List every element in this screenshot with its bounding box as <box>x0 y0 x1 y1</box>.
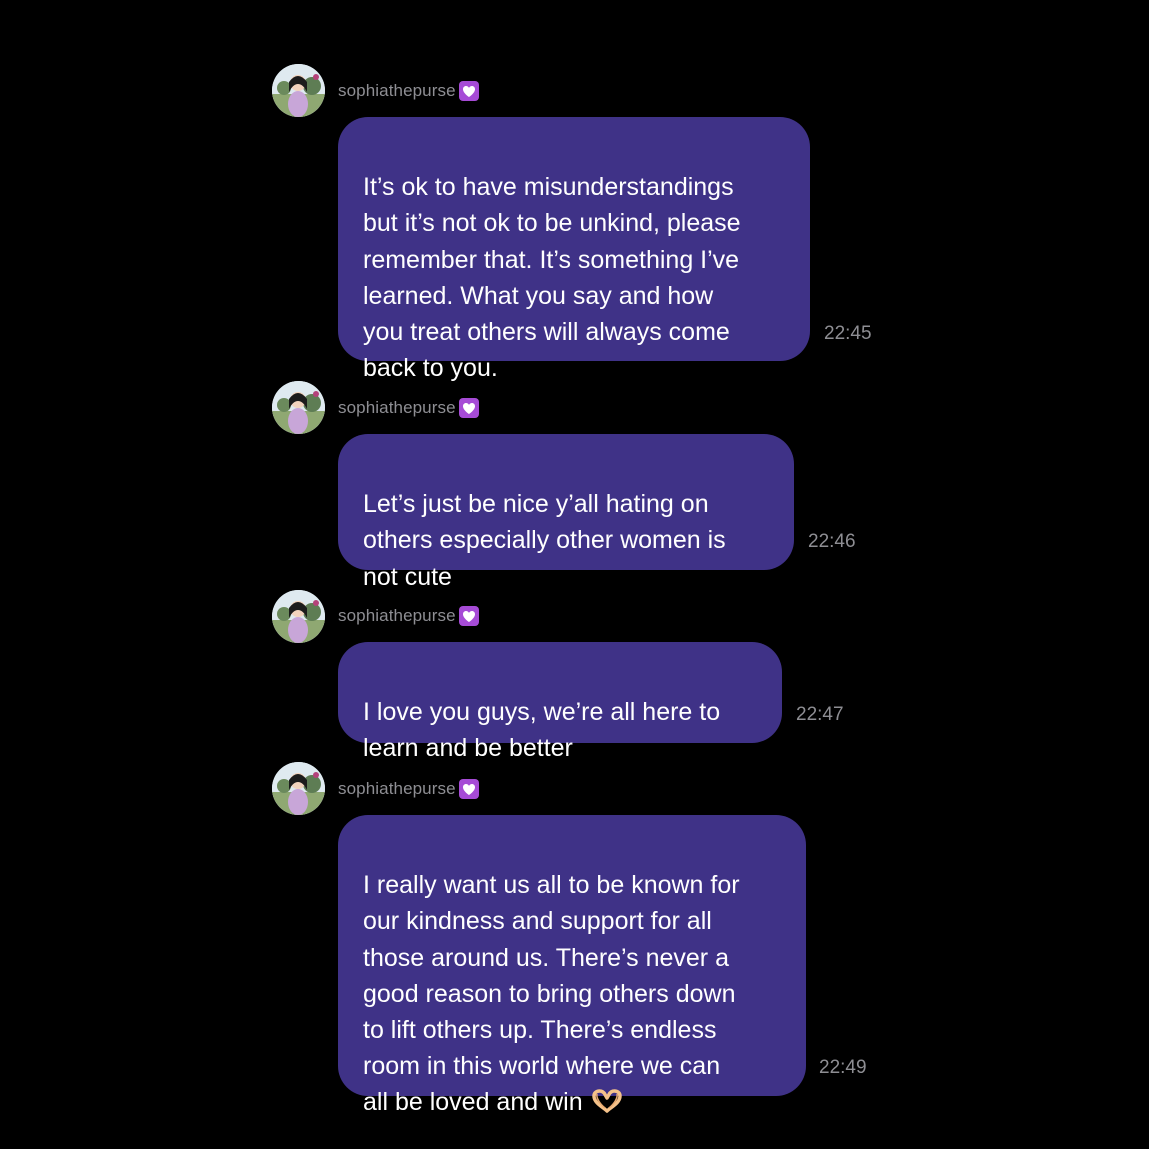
avatar[interactable] <box>272 381 325 434</box>
username-row: sophiathepurse <box>338 604 479 628</box>
avatar[interactable] <box>272 590 325 643</box>
avatar-image <box>272 590 325 643</box>
avatar-image <box>272 762 325 815</box>
message-text: I really want us all to be known for our… <box>363 871 740 1117</box>
username-row: sophiathepurse <box>338 79 479 103</box>
purple-heart-icon <box>458 779 479 799</box>
message-time: 22:45 <box>824 323 872 344</box>
message-time: 22:46 <box>808 531 856 552</box>
heart-hands-emoji <box>591 1087 623 1123</box>
message-time: 22:47 <box>796 704 844 725</box>
avatar[interactable] <box>272 64 325 117</box>
avatar-image <box>272 381 325 434</box>
avatar-image <box>272 64 325 117</box>
purple-heart-icon <box>458 81 479 101</box>
username-row: sophiathepurse <box>338 396 479 420</box>
message-bubble[interactable]: It’s ok to have misunderstandings but it… <box>338 117 810 382</box>
username[interactable]: sophiathepurse <box>338 779 456 799</box>
username[interactable]: sophiathepurse <box>338 398 456 418</box>
username[interactable]: sophiathepurse <box>338 81 456 101</box>
avatar[interactable] <box>272 762 325 815</box>
message-bubble[interactable]: I love you guys, we’re all here to learn… <box>338 642 782 762</box>
message-text: I love you guys, we’re all here to learn… <box>363 698 721 763</box>
message-bubble[interactable]: Let’s just be nice y’all hating on other… <box>338 434 794 591</box>
purple-heart-icon <box>458 398 479 418</box>
purple-heart-icon <box>458 606 479 626</box>
message-text: It’s ok to have misunderstandings but it… <box>363 173 741 383</box>
message-time: 22:49 <box>819 1057 867 1078</box>
username[interactable]: sophiathepurse <box>338 606 456 626</box>
message-text: Let’s just be nice y’all hating on other… <box>363 490 726 591</box>
message-bubble[interactable]: I really want us all to be known for our… <box>338 815 806 1116</box>
username-row: sophiathepurse <box>338 777 479 801</box>
